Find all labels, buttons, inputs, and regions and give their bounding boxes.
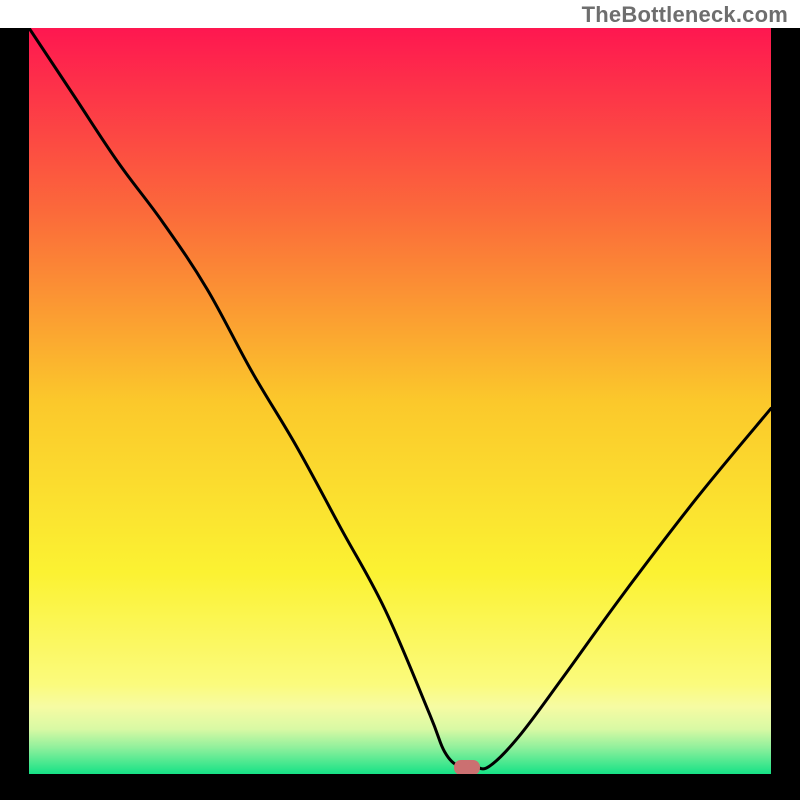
attribution-watermark: TheBottleneck.com <box>582 2 788 28</box>
chart-frame <box>0 28 800 800</box>
bottleneck-curve <box>29 28 771 774</box>
optimal-point-marker <box>454 760 480 774</box>
plot-area <box>29 28 771 774</box>
